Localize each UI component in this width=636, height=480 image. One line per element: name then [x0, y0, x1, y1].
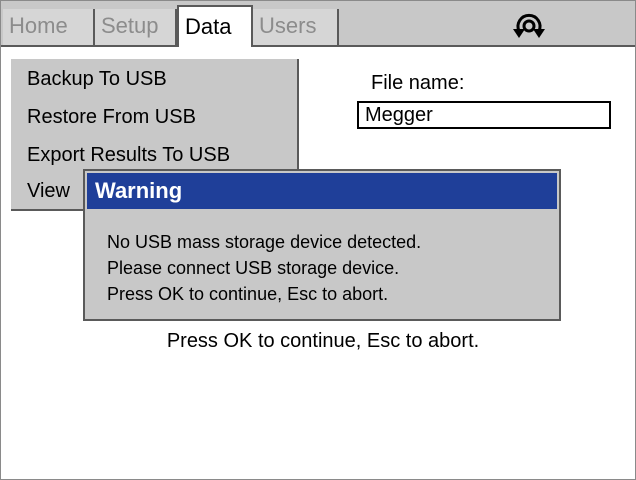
- tab-bar: Home Setup Users Data: [1, 1, 635, 47]
- tab-bar-divider: [1, 45, 635, 47]
- tab-setup[interactable]: Setup: [95, 9, 177, 45]
- background-prompt-text: Press OK to continue, Esc to abort.: [166, 330, 480, 352]
- menu-item-view[interactable]: View: [27, 179, 70, 203]
- menu-item-backup-to-usb[interactable]: Backup To USB: [27, 67, 167, 91]
- menu-item-export-results[interactable]: Export Results To USB: [27, 143, 230, 167]
- background-prompt: Press OK to continue, Esc to abort.: [1, 329, 636, 353]
- warning-dialog: Warning No USB mass storage device detec…: [83, 169, 561, 321]
- device-screen: Home Setup Users Data Backup To USB Rest…: [0, 0, 636, 480]
- warning-message-line: Press OK to continue, Esc to abort.: [107, 284, 389, 304]
- tab-users[interactable]: Users: [253, 9, 339, 45]
- file-name-label: File name:: [371, 72, 465, 94]
- warning-message-line: Please connect USB storage device.: [107, 258, 400, 278]
- menu-item-restore-from-usb[interactable]: Restore From USB: [27, 105, 196, 129]
- tab-data[interactable]: Data: [177, 5, 253, 47]
- warning-dialog-title: Warning: [87, 173, 557, 209]
- file-name-input[interactable]: [357, 101, 611, 129]
- tab-home[interactable]: Home: [3, 9, 95, 45]
- rotate-icon: [513, 13, 545, 38]
- warning-message-line: No USB mass storage device detected.: [107, 232, 422, 252]
